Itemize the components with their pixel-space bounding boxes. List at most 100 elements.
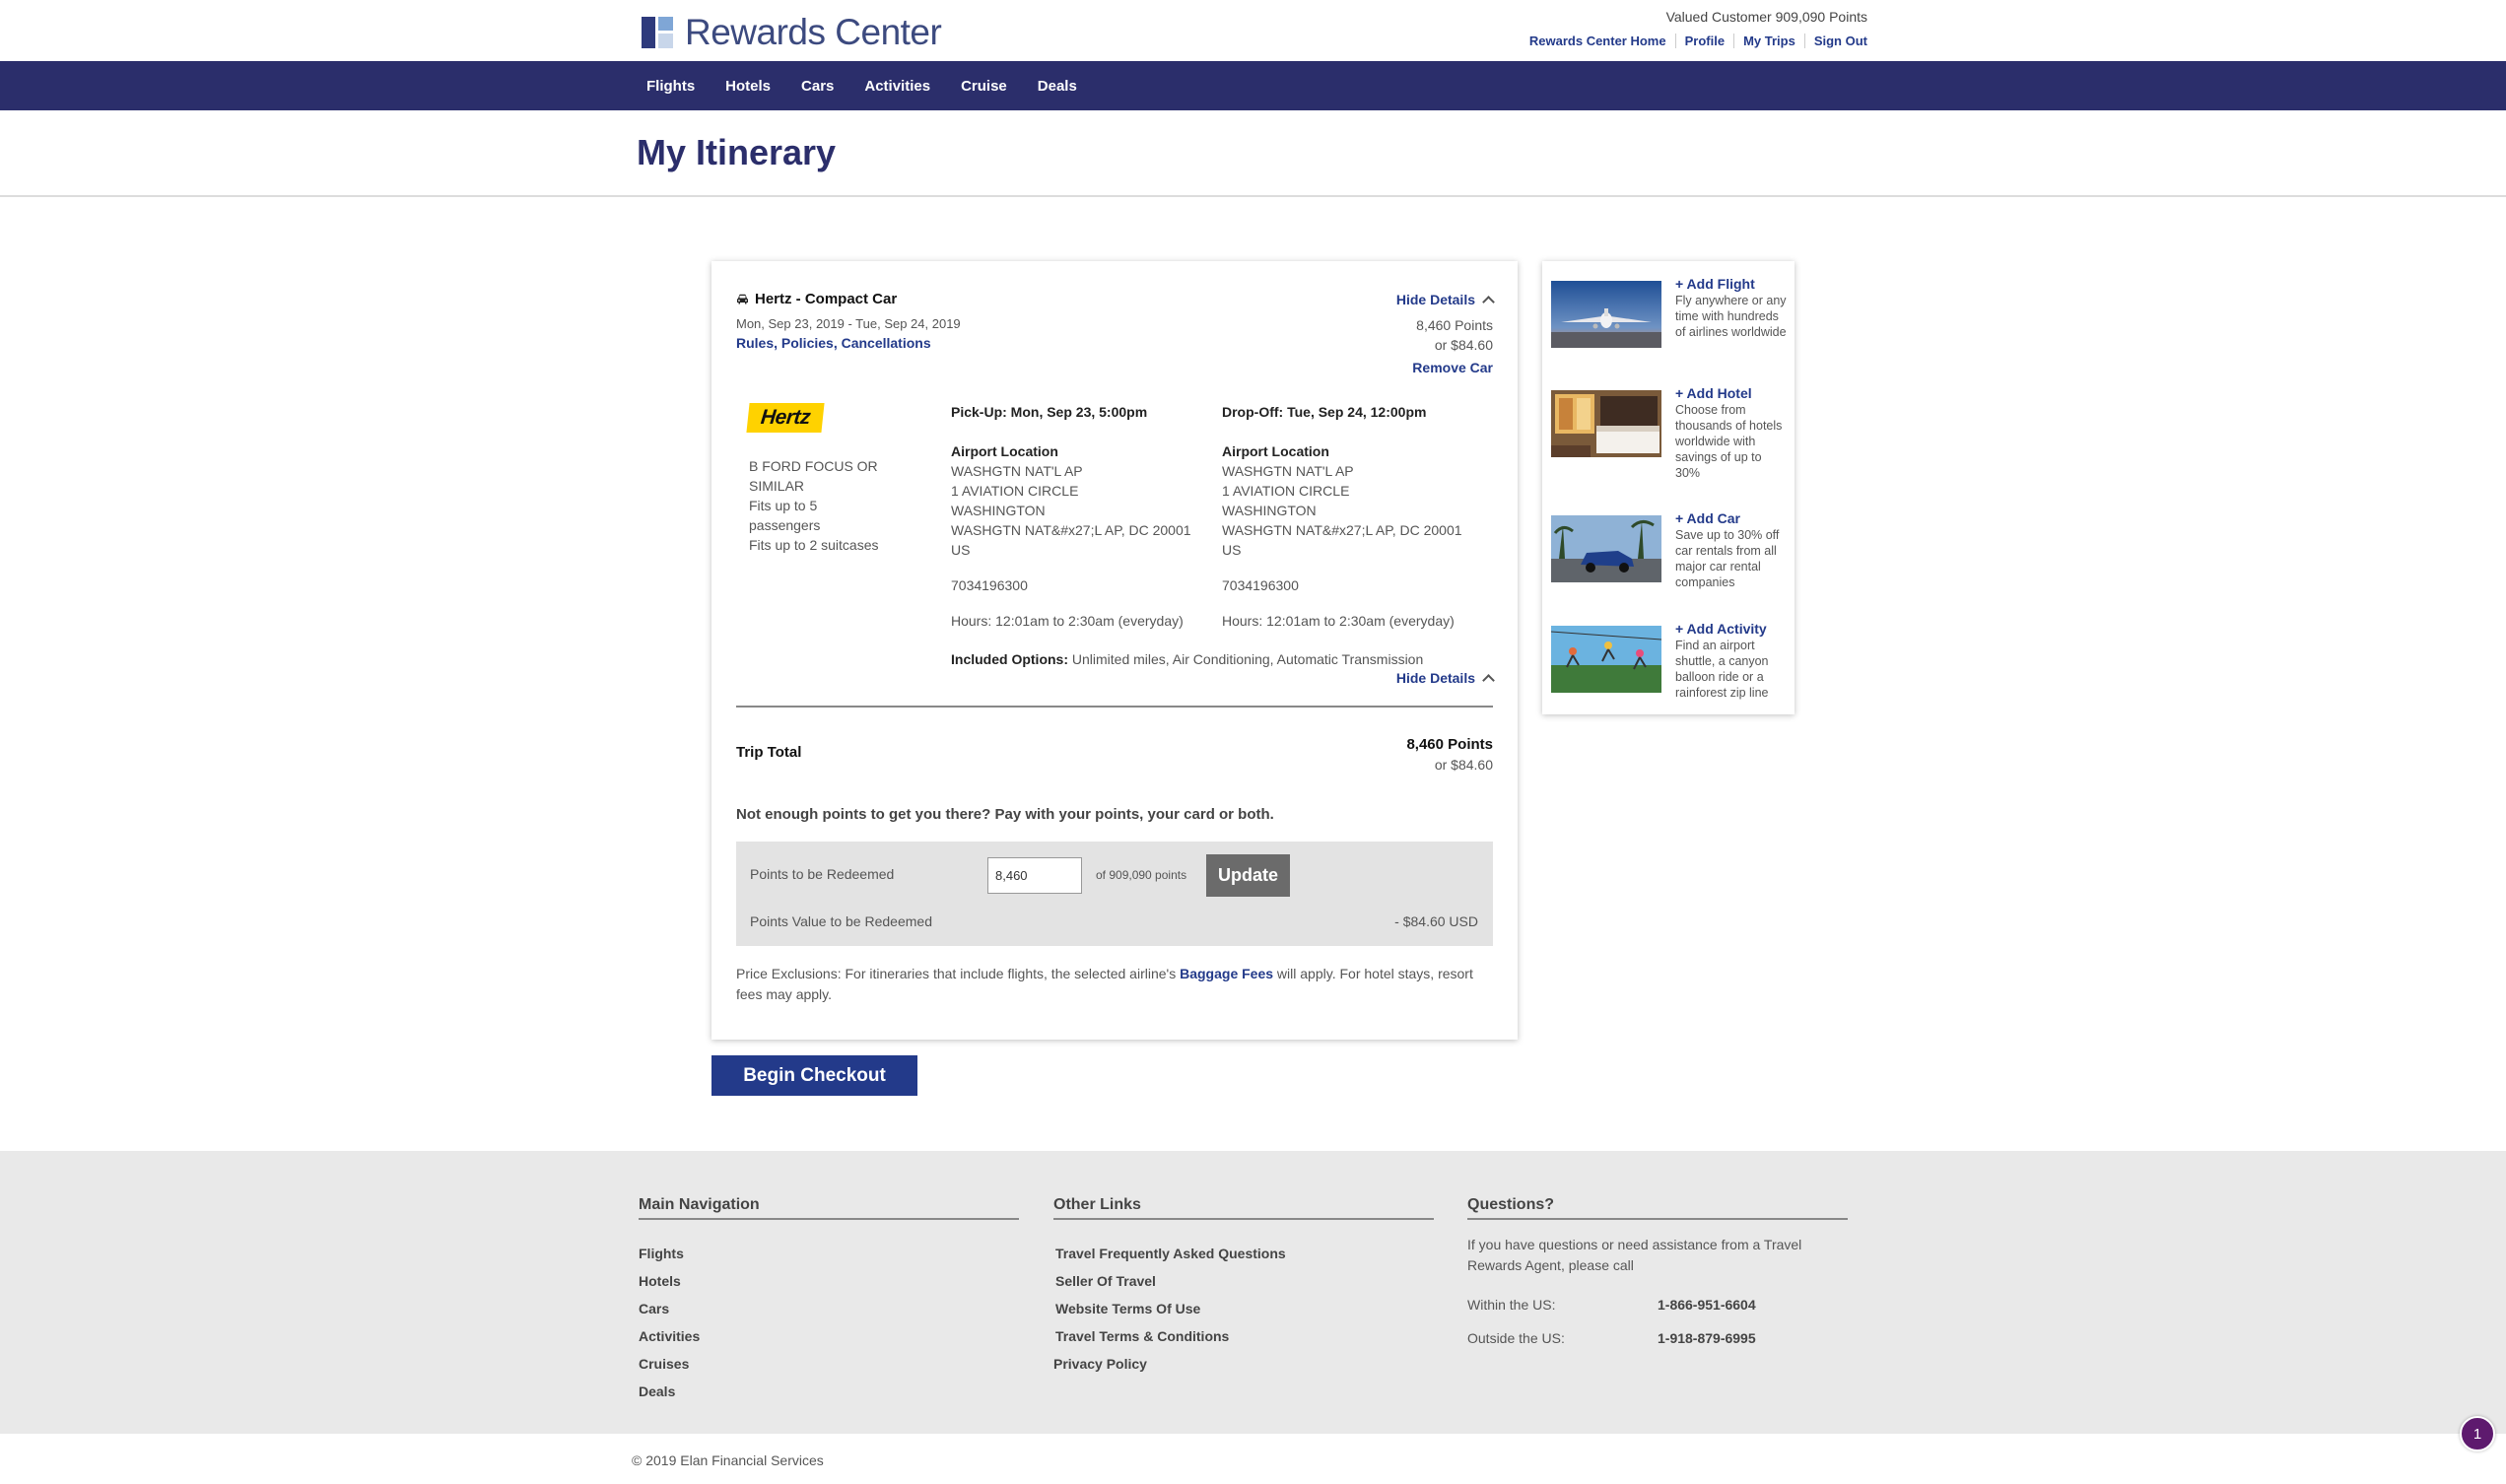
add-hotel-link[interactable]: + Add Hotel: [1675, 385, 1790, 401]
add-hotel-item[interactable]: + Add Hotel Choose from thousands of hot…: [1551, 385, 1788, 480]
add-car-item[interactable]: + Add Car Save up to 30% off car rentals…: [1551, 510, 1788, 589]
trip-total-usd: or $84.60: [1434, 757, 1493, 773]
remove-car-link[interactable]: Remove Car: [1412, 360, 1493, 375]
pickup-address-line: WASHGTN NAT&#x27;L AP, DC 20001: [951, 522, 1191, 538]
dropoff-hours: Hours: 12:01am to 2:30am (everyday): [1222, 613, 1455, 629]
chevron-up-icon: [1482, 674, 1495, 687]
points-to-redeem-input[interactable]: [987, 857, 1082, 894]
outside-us-phone[interactable]: 1-918-879-6995: [1658, 1330, 1756, 1346]
hertz-logo: Hertz: [746, 403, 825, 433]
pickup-address-line: WASHGTN NAT'L AP: [951, 463, 1083, 479]
dropoff-phone: 7034196300: [1222, 577, 1299, 593]
footer-link-cruises[interactable]: Cruises: [639, 1350, 700, 1378]
within-us-phone[interactable]: 1-866-951-6604: [1658, 1297, 1756, 1313]
pickup-address-line: WASHINGTON: [951, 503, 1046, 518]
dropoff-location-label: Airport Location: [1222, 443, 1329, 459]
site-footer: Main Navigation Flights Hotels Cars Acti…: [0, 1151, 2506, 1434]
dropoff-address-line: US: [1222, 542, 1242, 558]
booking-title: Hertz - Compact Car: [736, 291, 897, 307]
site-header: Rewards Center Valued Customer 909,090 P…: [0, 0, 2506, 61]
title-band: My Itinerary: [0, 110, 2506, 197]
update-button[interactable]: Update: [1206, 854, 1290, 897]
add-flight-item[interactable]: + Add Flight Fly anywhere or any time wi…: [1551, 276, 1788, 350]
begin-checkout-button[interactable]: Begin Checkout: [711, 1055, 917, 1096]
main-nav: Flights Hotels Cars Activities Cruise De…: [0, 61, 2506, 110]
points-to-redeem-label: Points to be Redeemed: [750, 866, 895, 882]
pickup-heading: Pick-Up: Mon, Sep 23, 5:00pm: [951, 404, 1148, 420]
nav-hotels[interactable]: Hotels: [725, 78, 771, 95]
page-title: My Itinerary: [637, 132, 837, 172]
footer-link-faq[interactable]: Travel Frequently Asked Questions: [1053, 1240, 1286, 1267]
dropoff-heading: Drop-Off: Tue, Sep 24, 12:00pm: [1222, 404, 1427, 420]
rules-policies-link[interactable]: Rules, Policies, Cancellations: [736, 335, 931, 351]
hide-details-toggle-top[interactable]: Hide Details: [1395, 292, 1495, 308]
nav-flights[interactable]: Flights: [646, 78, 695, 95]
pickup-phone: 7034196300: [951, 577, 1028, 593]
add-to-trip-panel: + Add Flight Fly anywhere or any time wi…: [1542, 261, 1795, 714]
dropoff-details: Drop-Off: Tue, Sep 24, 12:00pm Airport L…: [1222, 402, 1478, 631]
nav-activities[interactable]: Activities: [864, 78, 930, 95]
add-flight-text: + Add Flight Fly anywhere or any time wi…: [1675, 276, 1790, 340]
nav-deals[interactable]: Deals: [1038, 78, 1077, 95]
booking-dates: Mon, Sep 23, 2019 - Tue, Sep 24, 2019: [736, 316, 961, 331]
pickup-address-line: 1 AVIATION CIRCLE: [951, 483, 1079, 499]
brand-name: Rewards Center: [685, 12, 942, 52]
within-us-label: Within the US:: [1467, 1297, 1556, 1313]
copyright: © 2019 Elan Financial Services: [632, 1452, 824, 1468]
footer-link-cars[interactable]: Cars: [639, 1295, 700, 1322]
footer-link-website-terms[interactable]: Website Terms Of Use: [1053, 1295, 1286, 1322]
nav-cars[interactable]: Cars: [801, 78, 834, 95]
dropoff-address-line: WASHGTN NAT&#x27;L AP, DC 20001: [1222, 522, 1462, 538]
rewards-center-home-link[interactable]: Rewards Center Home: [1521, 34, 1675, 48]
pickup-address-line: US: [951, 542, 971, 558]
outside-us-label: Outside the US:: [1467, 1330, 1565, 1346]
activity-image: [1551, 626, 1661, 693]
outside-us-row: Outside the US: 1-918-879-6995: [1467, 1330, 1756, 1346]
add-flight-link[interactable]: + Add Flight: [1675, 276, 1790, 292]
within-us-row: Within the US: 1-866-951-6604: [1467, 1297, 1756, 1313]
booking-usd: or $84.60: [1434, 337, 1493, 353]
footer-link-flights[interactable]: Flights: [639, 1240, 700, 1267]
chat-notification-badge[interactable]: 1: [2460, 1416, 2495, 1451]
hide-details-label: Hide Details: [1395, 670, 1475, 686]
profile-link[interactable]: Profile: [1674, 34, 1733, 48]
footer-link-travel-terms[interactable]: Travel Terms & Conditions: [1053, 1322, 1286, 1350]
add-activity-link[interactable]: + Add Activity: [1675, 621, 1790, 637]
trip-total-label: Trip Total: [736, 744, 802, 761]
add-car-link[interactable]: + Add Car: [1675, 510, 1790, 526]
baggage-fees-link[interactable]: Baggage Fees: [1180, 966, 1273, 981]
account-links: Rewards Center Home Profile My Trips Sig…: [1521, 34, 1867, 48]
hide-details-label: Hide Details: [1395, 292, 1475, 307]
logo-mark-icon: [642, 17, 673, 48]
divider: [736, 706, 1493, 708]
included-options-label: Included Options:: [951, 651, 1068, 667]
vehicle-model: B FORD FOCUS OR SIMILAR: [749, 458, 878, 494]
sign-out-link[interactable]: Sign Out: [1803, 34, 1867, 48]
footer-link-deals[interactable]: Deals: [639, 1378, 700, 1405]
dropoff-address-line: WASHGTN NAT'L AP: [1222, 463, 1354, 479]
dropoff-address-line: WASHINGTON: [1222, 503, 1317, 518]
nav-cruise[interactable]: Cruise: [961, 78, 1007, 95]
booking-title-text: Hertz - Compact Car: [755, 291, 898, 307]
add-activity-item[interactable]: + Add Activity Find an airport shuttle, …: [1551, 621, 1788, 700]
footer-link-activities[interactable]: Activities: [639, 1322, 700, 1350]
add-flight-description: Fly anywhere or any time with hundreds o…: [1675, 294, 1787, 339]
car-icon: [736, 294, 749, 304]
hertz-logo-text: Hertz: [759, 406, 812, 429]
brand-logo[interactable]: Rewards Center: [642, 12, 942, 53]
questions-text: If you have questions or need assistance…: [1467, 1237, 1802, 1273]
hide-details-toggle-bottom[interactable]: Hide Details: [1395, 670, 1495, 687]
pickup-hours: Hours: 12:01am to 2:30am (everyday): [951, 613, 1184, 629]
footer-link-hotels[interactable]: Hotels: [639, 1267, 700, 1295]
exclusions-text: Price Exclusions: For itineraries that i…: [736, 966, 1181, 981]
footer-main-nav-title: Main Navigation: [639, 1196, 760, 1213]
divider: [1467, 1218, 1848, 1220]
footer-link-privacy[interactable]: Privacy Policy: [1053, 1350, 1286, 1378]
my-trips-link[interactable]: My Trips: [1733, 34, 1804, 48]
add-activity-description: Find an airport shuttle, a canyon balloo…: [1675, 639, 1769, 700]
included-options-value: Unlimited miles, Air Conditioning, Autom…: [1068, 651, 1424, 667]
included-options: Included Options: Unlimited miles, Air C…: [951, 651, 1423, 667]
add-activity-text: + Add Activity Find an airport shuttle, …: [1675, 621, 1790, 701]
pickup-details: Pick-Up: Mon, Sep 23, 5:00pm Airport Loc…: [951, 402, 1207, 631]
footer-link-seller-of-travel[interactable]: Seller Of Travel: [1053, 1267, 1286, 1295]
